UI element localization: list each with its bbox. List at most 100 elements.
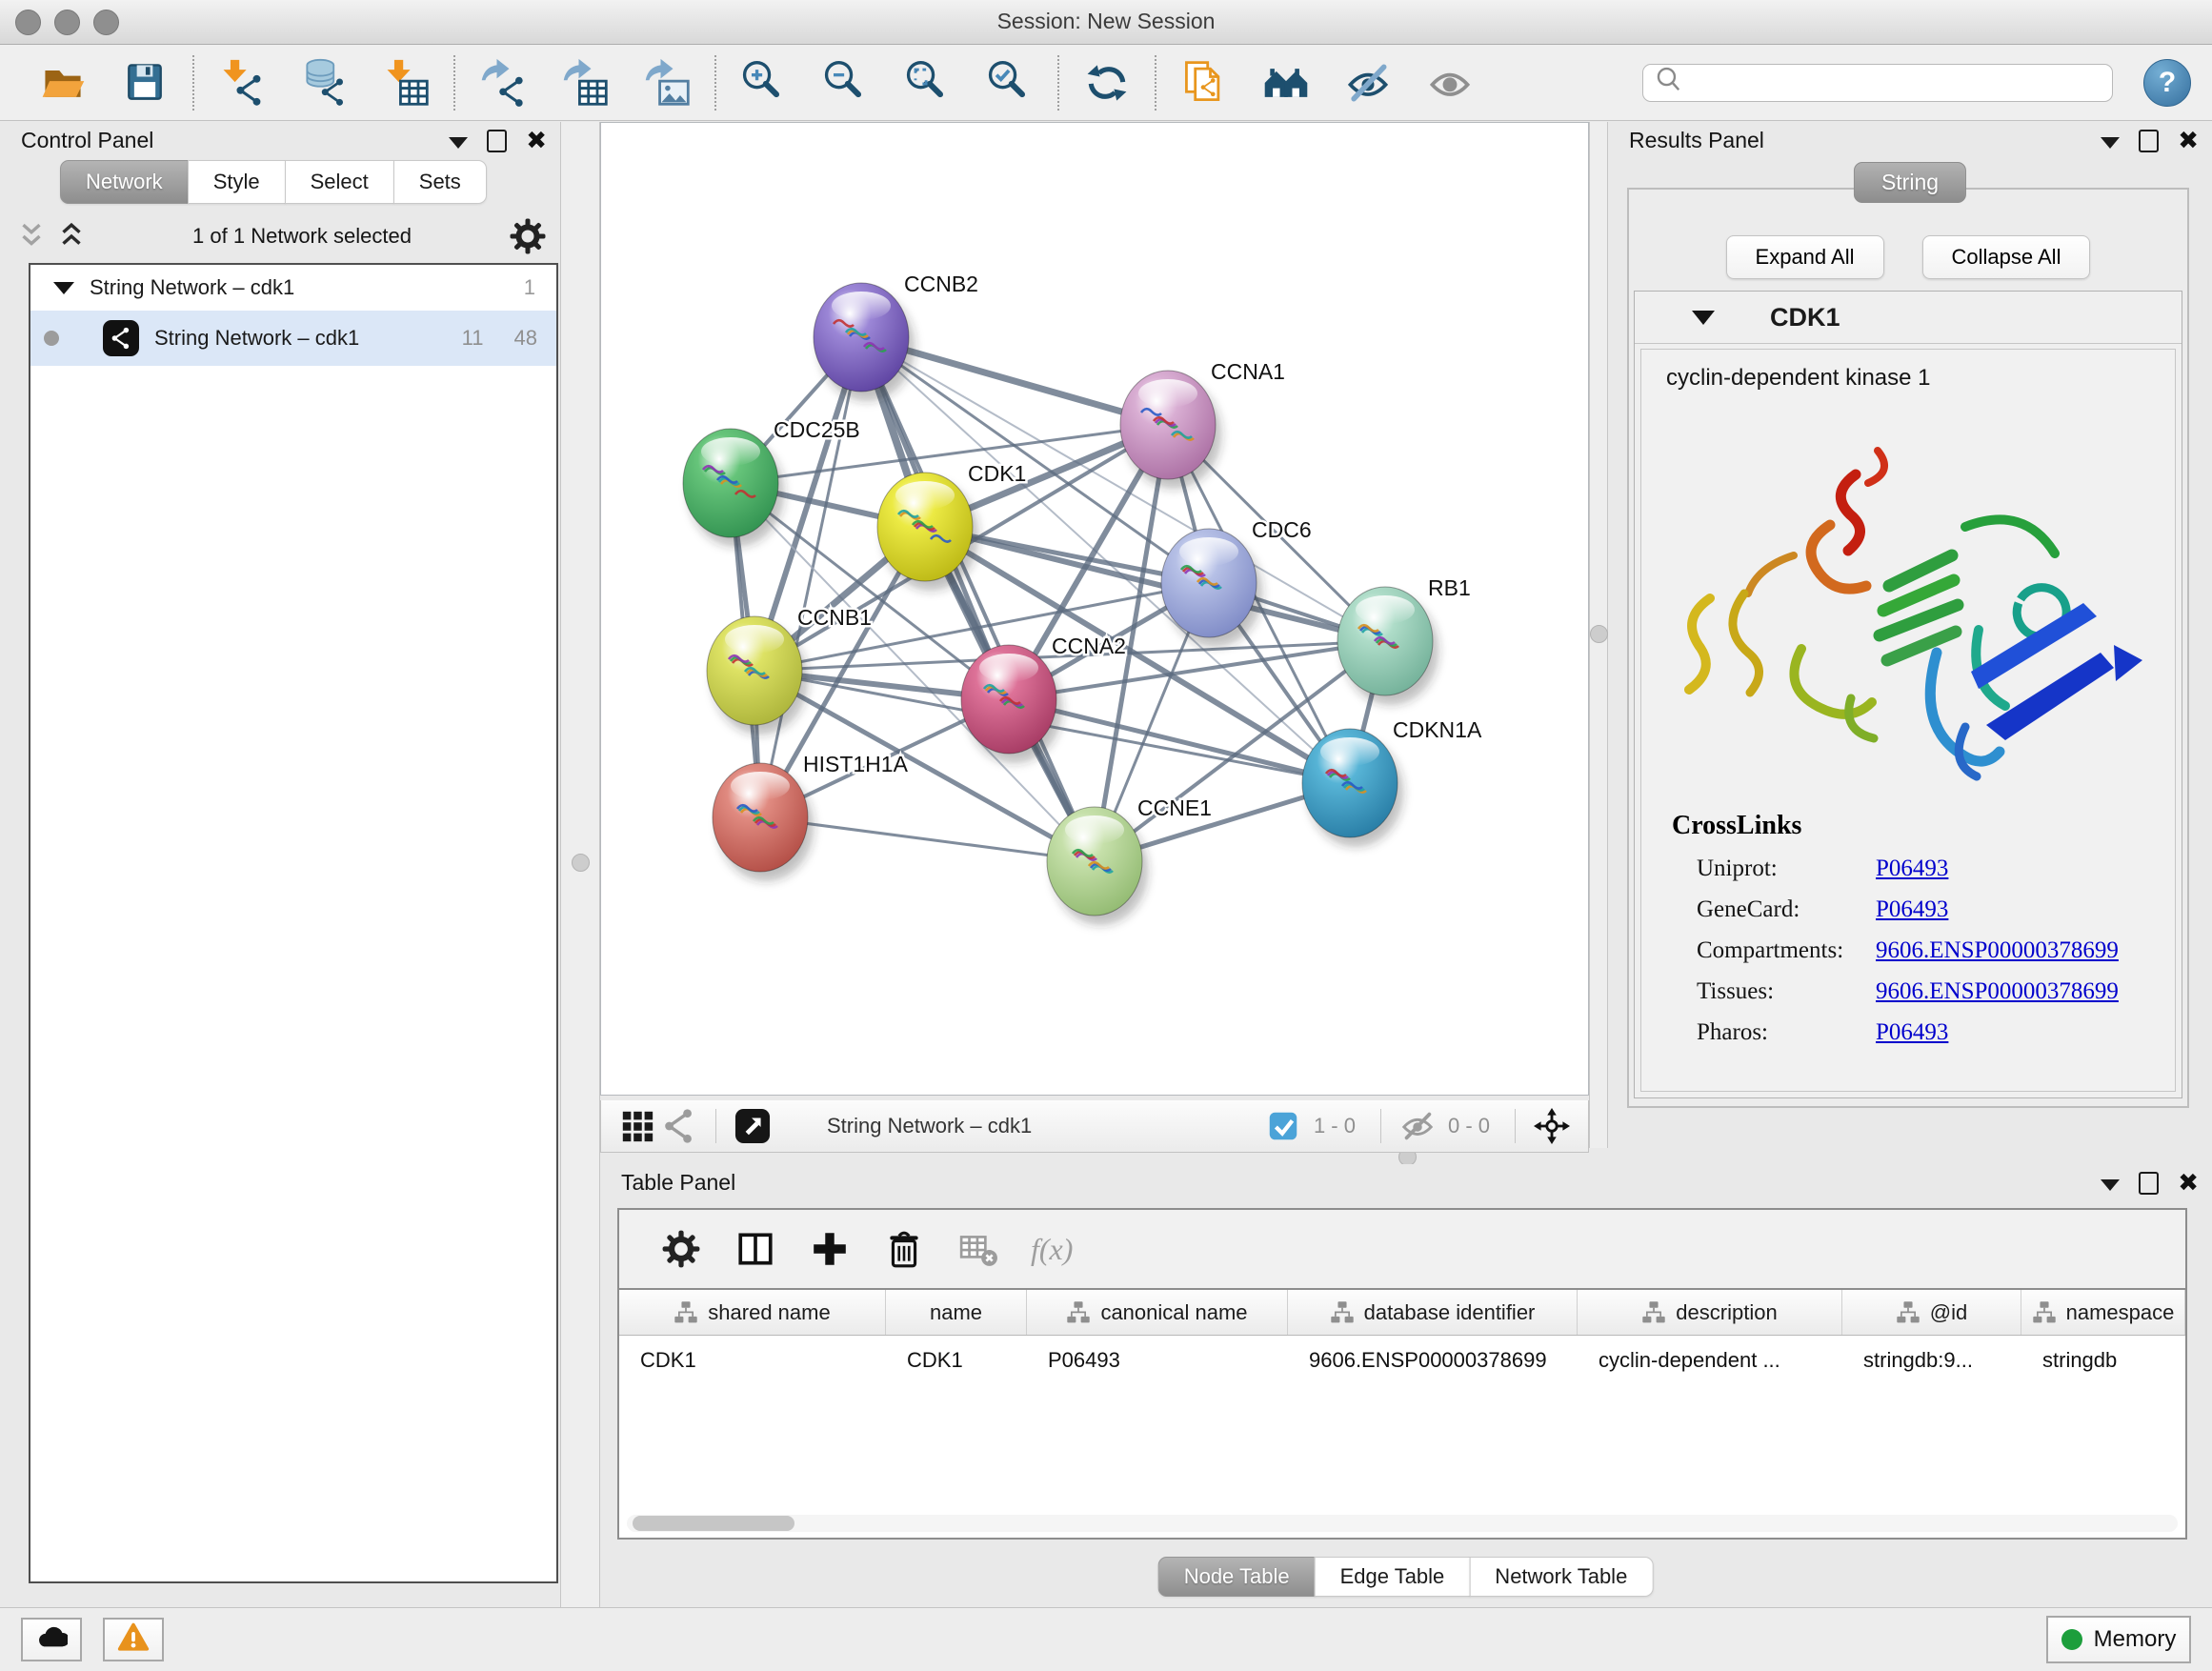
- save-session-button[interactable]: [118, 56, 171, 110]
- table-gear-button[interactable]: [659, 1227, 703, 1271]
- tab-style[interactable]: Style: [188, 160, 286, 204]
- network-tree-row[interactable]: String Network – cdk1 1148: [30, 311, 556, 366]
- import-network-button[interactable]: [215, 56, 269, 110]
- table-columns-button[interactable]: [734, 1227, 777, 1271]
- network-node-CCNB2[interactable]: CCNB2: [814, 272, 978, 401]
- crosslink-link[interactable]: P06493: [1876, 1019, 1948, 1046]
- tab-node-table[interactable]: Node Table: [1158, 1557, 1316, 1597]
- column-header-database-identifier[interactable]: database identifier: [1288, 1290, 1578, 1335]
- tab-sets[interactable]: Sets: [393, 160, 487, 204]
- close-panel-icon[interactable]: ✖: [2178, 1173, 2199, 1194]
- tab-network-table[interactable]: Network Table: [1469, 1557, 1653, 1597]
- export-network-button[interactable]: [476, 56, 530, 110]
- tab-edge-table[interactable]: Edge Table: [1315, 1557, 1471, 1597]
- left-splitter[interactable]: [560, 122, 600, 1608]
- network-node-HIST1H1A[interactable]: HIST1H1A: [713, 752, 909, 881]
- collapse-all-icon[interactable]: [15, 220, 48, 252]
- float-panel-icon[interactable]: [2139, 1172, 2159, 1195]
- panel-menu-icon[interactable]: [2101, 137, 2120, 149]
- selected-items-checkbox-icon[interactable]: [1262, 1105, 1304, 1147]
- network-options-gear-icon[interactable]: [509, 217, 547, 255]
- export-image-button[interactable]: [640, 56, 694, 110]
- zoom-in-button[interactable]: [737, 56, 791, 110]
- birdseye-view-icon[interactable]: [732, 1105, 774, 1147]
- import-table-button[interactable]: [379, 56, 432, 110]
- float-panel-icon[interactable]: [487, 130, 507, 152]
- grid-view-icon[interactable]: [616, 1105, 658, 1147]
- node-label: CDC6: [1252, 517, 1312, 542]
- refresh-button[interactable]: [1080, 56, 1134, 110]
- left-splitter-handle[interactable]: [572, 854, 590, 872]
- function-builder-button[interactable]: f(x): [1031, 1232, 1073, 1267]
- network-canvas[interactable]: CCNB2 CCNA1 CDC25B CDK1 CDC6: [600, 122, 1589, 1096]
- network-node-CDC6[interactable]: CDC6: [1161, 517, 1312, 647]
- collapse-section-icon[interactable]: [1692, 311, 1715, 325]
- column-header-description[interactable]: description: [1578, 1290, 1842, 1335]
- crosslink-row: Compartments: 9606.ENSP00000378699: [1697, 937, 2175, 964]
- network-overview-icon[interactable]: [658, 1105, 700, 1147]
- crosslink-link[interactable]: P06493: [1876, 896, 1948, 923]
- close-panel-icon[interactable]: ✖: [526, 131, 547, 151]
- network-edge[interactable]: [861, 337, 1095, 861]
- zoom-fit-button[interactable]: [901, 56, 955, 110]
- tab-network[interactable]: Network: [60, 160, 189, 204]
- tab-select[interactable]: Select: [285, 160, 394, 204]
- crosslink-link[interactable]: 9606.ENSP00000378699: [1876, 937, 2119, 964]
- network-node-CCNA1[interactable]: CCNA1: [1120, 359, 1285, 489]
- network-node-CCNA2[interactable]: CCNA2: [961, 634, 1126, 763]
- column-header-canonical-name[interactable]: canonical name: [1027, 1290, 1288, 1335]
- panel-menu-icon[interactable]: [449, 137, 468, 149]
- tab-string[interactable]: String: [1854, 162, 1966, 203]
- column-header-namespace[interactable]: namespace: [2021, 1290, 2185, 1335]
- copy-network-button[interactable]: [1177, 56, 1231, 110]
- table-horizontal-scrollbar[interactable]: [627, 1515, 2178, 1532]
- cloud-status-button[interactable]: [21, 1618, 82, 1661]
- right-splitter[interactable]: [1589, 122, 1608, 1148]
- import-database-button[interactable]: [297, 56, 351, 110]
- help-button[interactable]: ?: [2143, 59, 2191, 107]
- column-header-name[interactable]: name: [886, 1290, 1027, 1335]
- protein-structure-image: [1651, 413, 2165, 794]
- float-panel-icon[interactable]: [2139, 130, 2159, 152]
- network-node-CCNB1[interactable]: CCNB1: [707, 605, 872, 735]
- table-panel: Table Panel ✖ f(x) shared namenamecanoni…: [600, 1164, 2212, 1608]
- network-node-CDKN1A[interactable]: CDKN1A: [1302, 717, 1482, 847]
- fit-content-icon[interactable]: [1531, 1105, 1573, 1147]
- gene-section-header[interactable]: CDK1: [1635, 292, 2182, 344]
- home-view-button[interactable]: [1259, 56, 1313, 110]
- search-input[interactable]: [1685, 67, 2112, 99]
- hide-selected-button[interactable]: [1341, 56, 1395, 110]
- collapse-all-button[interactable]: Collapse All: [1922, 235, 2091, 279]
- table-trash-button[interactable]: [882, 1227, 926, 1271]
- table-row[interactable]: CDK1CDK1P064939606.ENSP00000378699cyclin…: [619, 1336, 2185, 1385]
- column-header-shared-name[interactable]: shared name: [619, 1290, 886, 1335]
- scrollbar-thumb[interactable]: [633, 1516, 794, 1531]
- zoom-out-button[interactable]: [819, 56, 873, 110]
- open-session-button[interactable]: [36, 56, 90, 110]
- search-box[interactable]: [1642, 64, 2113, 102]
- right-splitter-handle[interactable]: [1590, 625, 1608, 643]
- show-all-button[interactable]: [1423, 56, 1477, 110]
- expand-collapse-icon[interactable]: [53, 282, 74, 294]
- column-header-@id[interactable]: @id: [1842, 1290, 2021, 1335]
- memory-button[interactable]: Memory: [2046, 1616, 2191, 1663]
- gene-description: cyclin-dependent kinase 1: [1641, 350, 2175, 392]
- status-bar: Memory: [0, 1607, 2212, 1671]
- network-node-RB1[interactable]: RB1: [1337, 575, 1471, 705]
- crosslink-link[interactable]: P06493: [1876, 856, 1948, 882]
- zoom-selected-button[interactable]: [983, 56, 1036, 110]
- table-body: CDK1CDK1P064939606.ENSP00000378699cyclin…: [619, 1336, 2185, 1385]
- expand-all-icon[interactable]: [55, 220, 88, 252]
- export-table-button[interactable]: [558, 56, 612, 110]
- network-edge[interactable]: [760, 337, 861, 817]
- table-plus-button[interactable]: [808, 1227, 852, 1271]
- table-gridx-button[interactable]: [956, 1227, 1000, 1271]
- network-tree-row[interactable]: String Network – cdk1 1: [30, 265, 556, 311]
- expand-all-button[interactable]: Expand All: [1726, 235, 1884, 279]
- network-node-CCNE1[interactable]: CCNE1: [1047, 795, 1212, 925]
- close-panel-icon[interactable]: ✖: [2178, 131, 2199, 151]
- panel-menu-icon[interactable]: [2101, 1179, 2120, 1191]
- crosslink-link[interactable]: 9606.ENSP00000378699: [1876, 978, 2119, 1005]
- hidden-items-icon[interactable]: [1397, 1105, 1438, 1147]
- warnings-button[interactable]: [103, 1618, 164, 1661]
